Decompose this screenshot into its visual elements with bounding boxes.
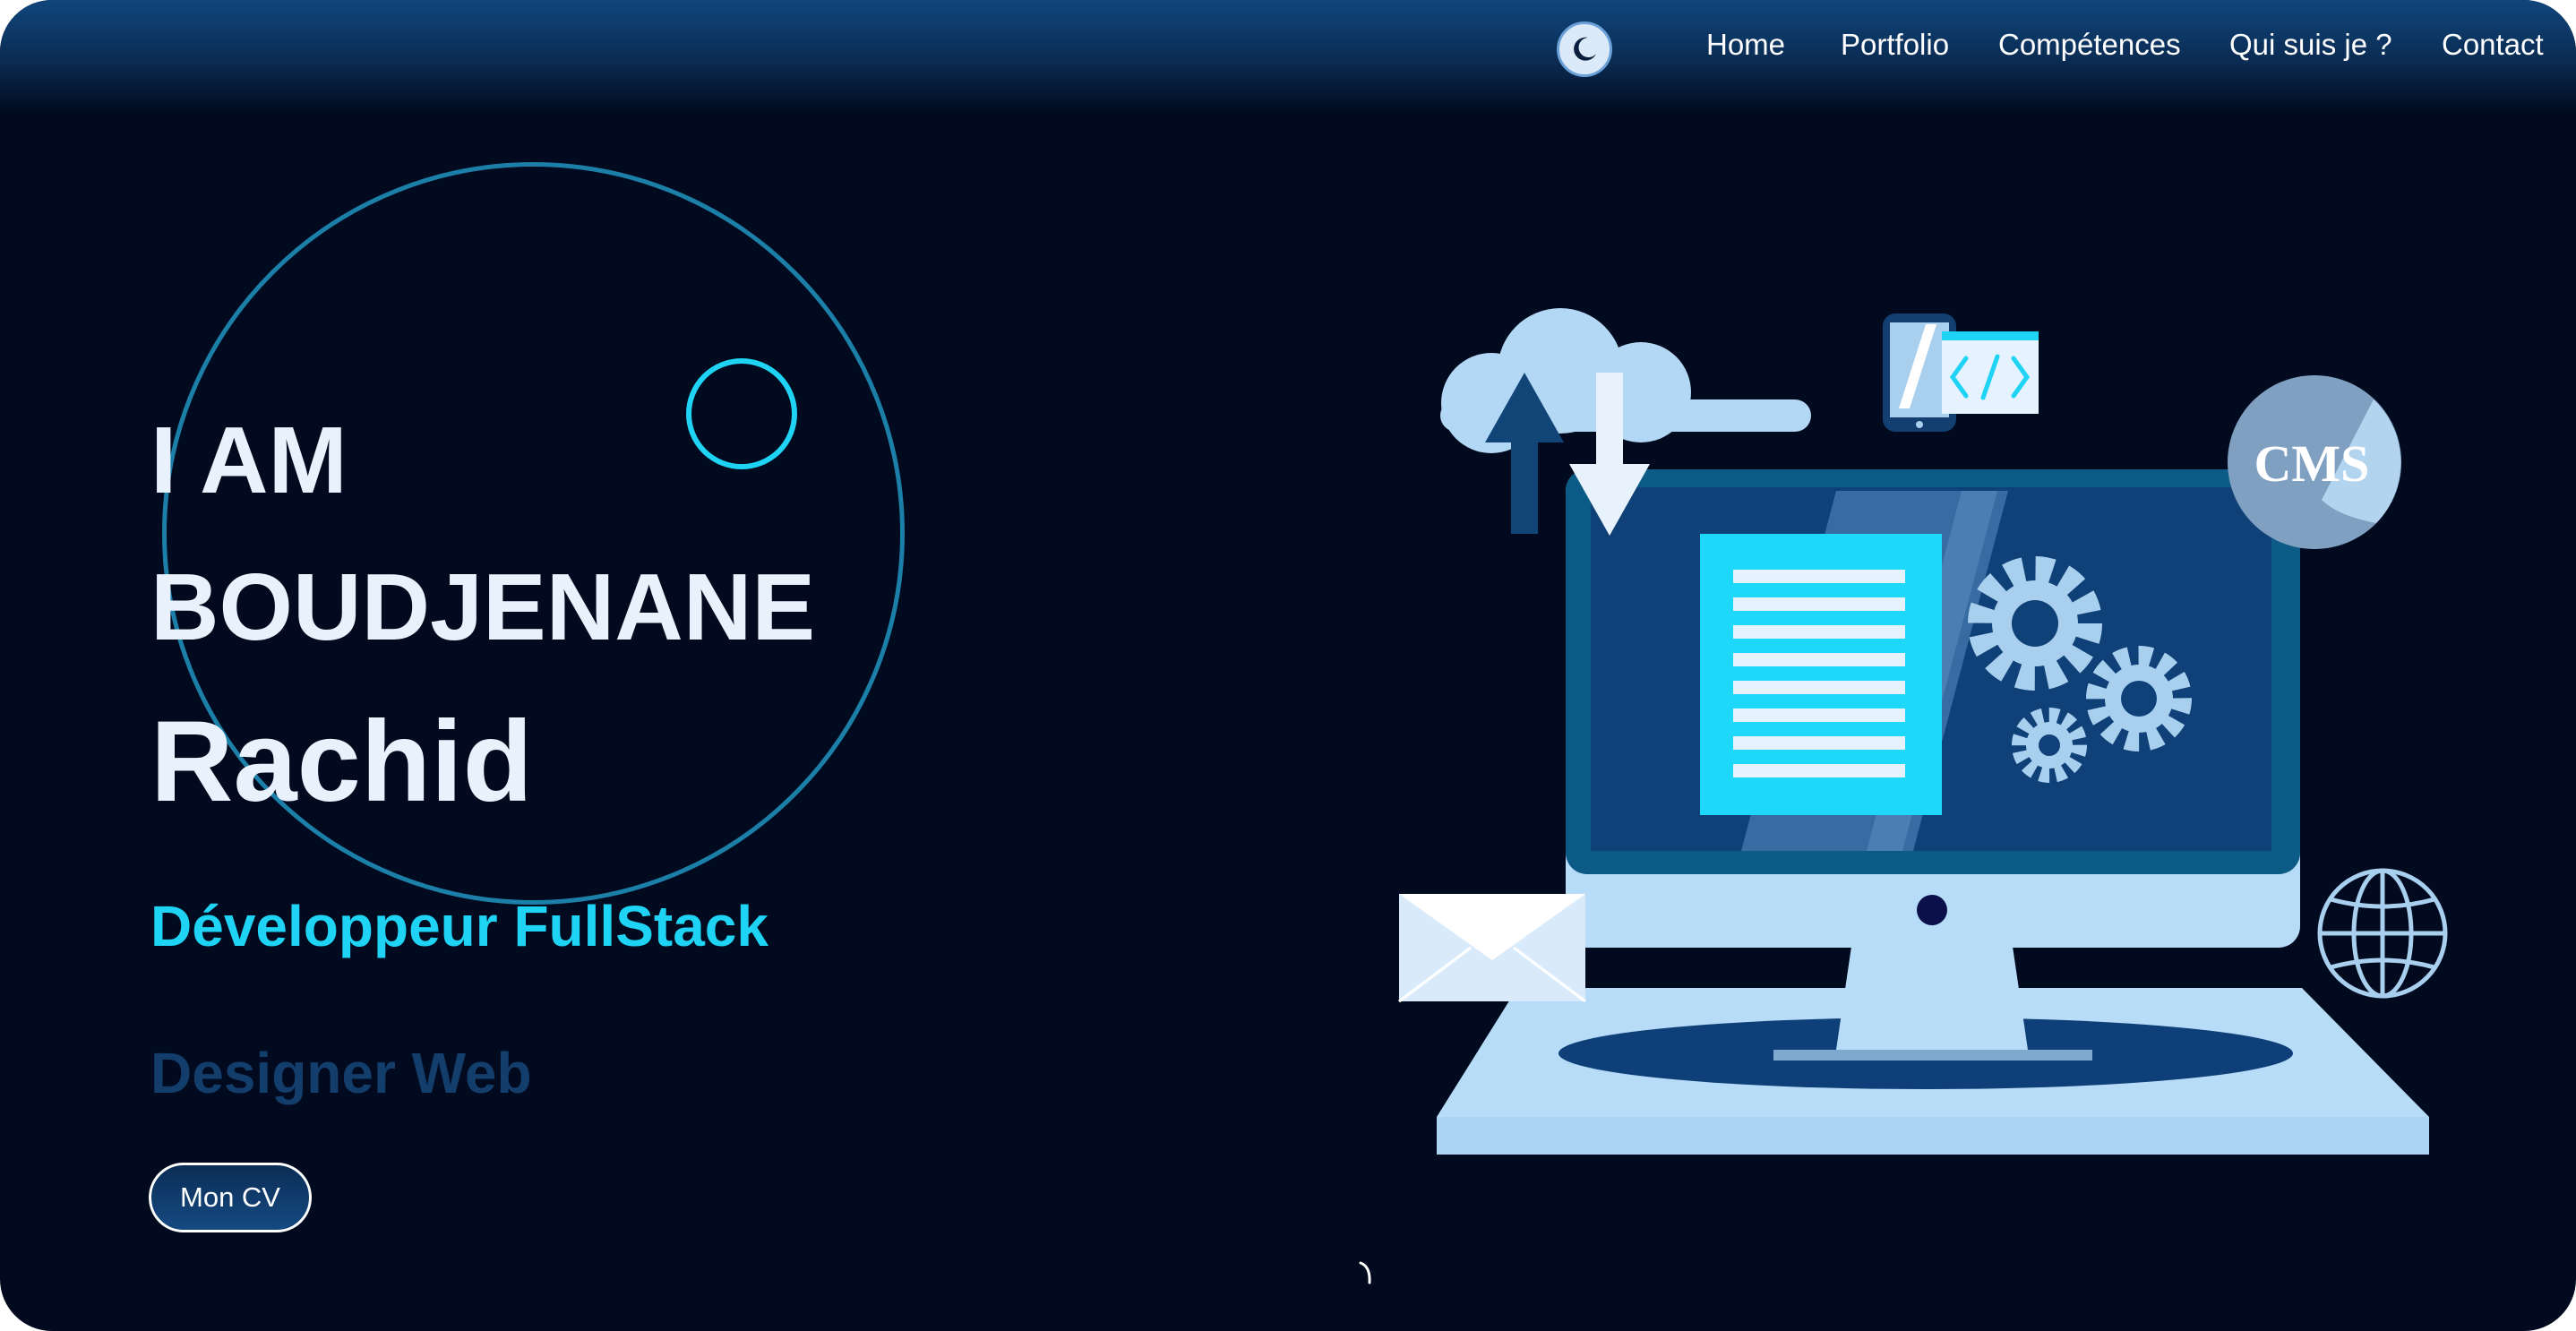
nav-competences[interactable]: Compétences <box>1998 25 2181 64</box>
moon-icon <box>1574 37 1596 61</box>
theme-toggle-button[interactable] <box>1557 21 1612 77</box>
globe-icon <box>2317 868 2448 999</box>
document-icon <box>1700 534 1942 815</box>
nav-portfolio[interactable]: Portfolio <box>1841 25 1949 64</box>
nav-contact[interactable]: Contact <box>2442 25 2544 64</box>
hero-intro-line: I AM <box>150 408 348 513</box>
decorative-small-circle <box>686 358 797 469</box>
hero-last-name: BOUDJENANE <box>150 554 816 660</box>
page: Home Portfolio Compétences Qui suis je ?… <box>0 0 2576 1331</box>
envelope-icon <box>1398 894 1586 1003</box>
cms-badge-icon: CMS <box>2228 375 2401 549</box>
header-bar <box>0 0 2576 113</box>
cv-button[interactable]: Mon CV <box>149 1163 312 1232</box>
nav-qui-suis-je[interactable]: Qui suis je ? <box>2229 25 2392 64</box>
svg-text:CMS: CMS <box>2254 434 2370 493</box>
scroll-indicator-icon <box>1359 1261 1371 1284</box>
role-secondary: Designer Web <box>150 1041 532 1105</box>
role-primary: Développeur FullStack <box>150 894 769 958</box>
hero-first-name: Rachid <box>150 698 533 826</box>
nav-home[interactable]: Home <box>1706 25 1785 64</box>
hero-illustration: CMS <box>1398 308 2448 1155</box>
code-window-icon <box>1942 331 2039 414</box>
